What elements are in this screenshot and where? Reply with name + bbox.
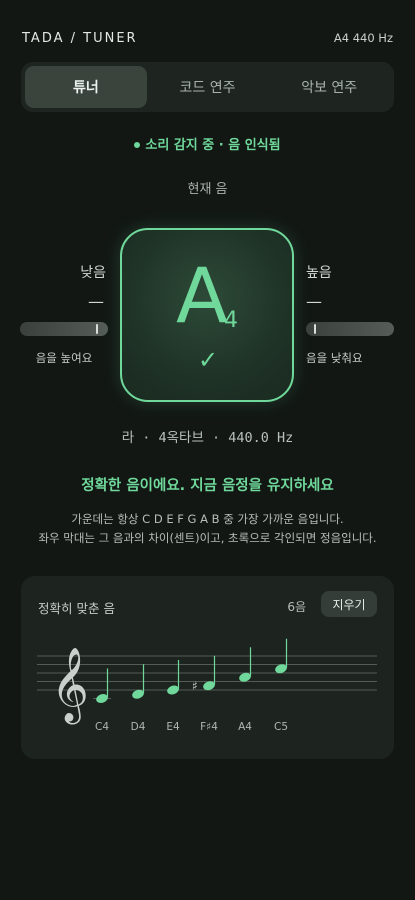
note-detail: 라 · 4옥타브 · 440.0 Hz (121, 430, 294, 446)
sharp-icon: ♯ (192, 679, 198, 693)
tab-tuner[interactable]: 튜너 (25, 66, 147, 108)
high-label: 높음 (306, 265, 332, 281)
help-line-2: 좌우 막대는 그 음과의 차이(센트)이고, 초록으로 각인되면 정음입니다. (38, 531, 377, 545)
high-hint: 음을 낮춰요 (306, 351, 363, 365)
note-letter: A (176, 251, 228, 340)
note-label: D4 (131, 721, 146, 733)
tab-sheet-play[interactable]: 악보 연주 (268, 66, 390, 108)
current-note-label: 현재 음 (187, 182, 228, 197)
note-octave: 4 (224, 308, 238, 333)
low-hint: 음을 높여요 (35, 351, 93, 365)
status-text: 소리 감지 중 · 음 인식됨 (145, 138, 281, 153)
note-label: A4 (238, 721, 252, 733)
help-text: 가운데는 항상 C D E F G A B 중 가장 가까운 음입니다. 좌우 … (0, 510, 415, 548)
high-cents-marker (313, 324, 316, 334)
current-note-display: A 4 ✓ (120, 228, 294, 402)
note-label: F♯4 (200, 721, 218, 733)
in-tune-check-icon: ✓ (198, 346, 219, 374)
low-cents-bar (20, 322, 108, 336)
note-label: C5 (274, 721, 288, 733)
low-label: 낮음 (80, 265, 106, 281)
low-cents-marker (96, 324, 99, 334)
mode-tabs: 튜너 코드 연주 악보 연주 (21, 62, 394, 112)
note-label: C4 (95, 721, 109, 733)
sharp-indicator: 높음 — 음을 낮춰요 (306, 262, 394, 366)
high-cents-bar (306, 322, 394, 336)
reference-tuning: A4 440 Hz (333, 31, 393, 45)
high-dash: — (306, 292, 322, 311)
help-line-1: 가운데는 항상 C D E F G A B 중 가장 가까운 음입니다. (71, 512, 344, 526)
music-staff: 𝄞 C4 D4 E4 ♯ F♯4 A4 C5 (37, 638, 377, 733)
note-label: E4 (166, 721, 180, 733)
top-bar: TADA / TUNER A4 440 Hz (22, 28, 393, 48)
status-dot-icon (134, 141, 141, 148)
detection-status: 소리 감지 중 · 음 인식됨 (0, 134, 415, 153)
flat-indicator: 낮음 — 음을 높여요 (20, 262, 108, 366)
tuned-notes-card: 정확히 맞춘 음 6음 지우기 𝄞 C4 D4 E4 ♯ F♯4 A4 C5 (21, 576, 394, 759)
treble-clef-icon: 𝄞 (51, 648, 89, 725)
tab-chord-play[interactable]: 코드 연주 (147, 66, 269, 108)
tuning-message: 정확한 음이에요. 지금 음정을 유지하세요 (81, 478, 334, 494)
app-title: TADA / TUNER (22, 30, 138, 46)
low-dash: — (88, 292, 104, 311)
